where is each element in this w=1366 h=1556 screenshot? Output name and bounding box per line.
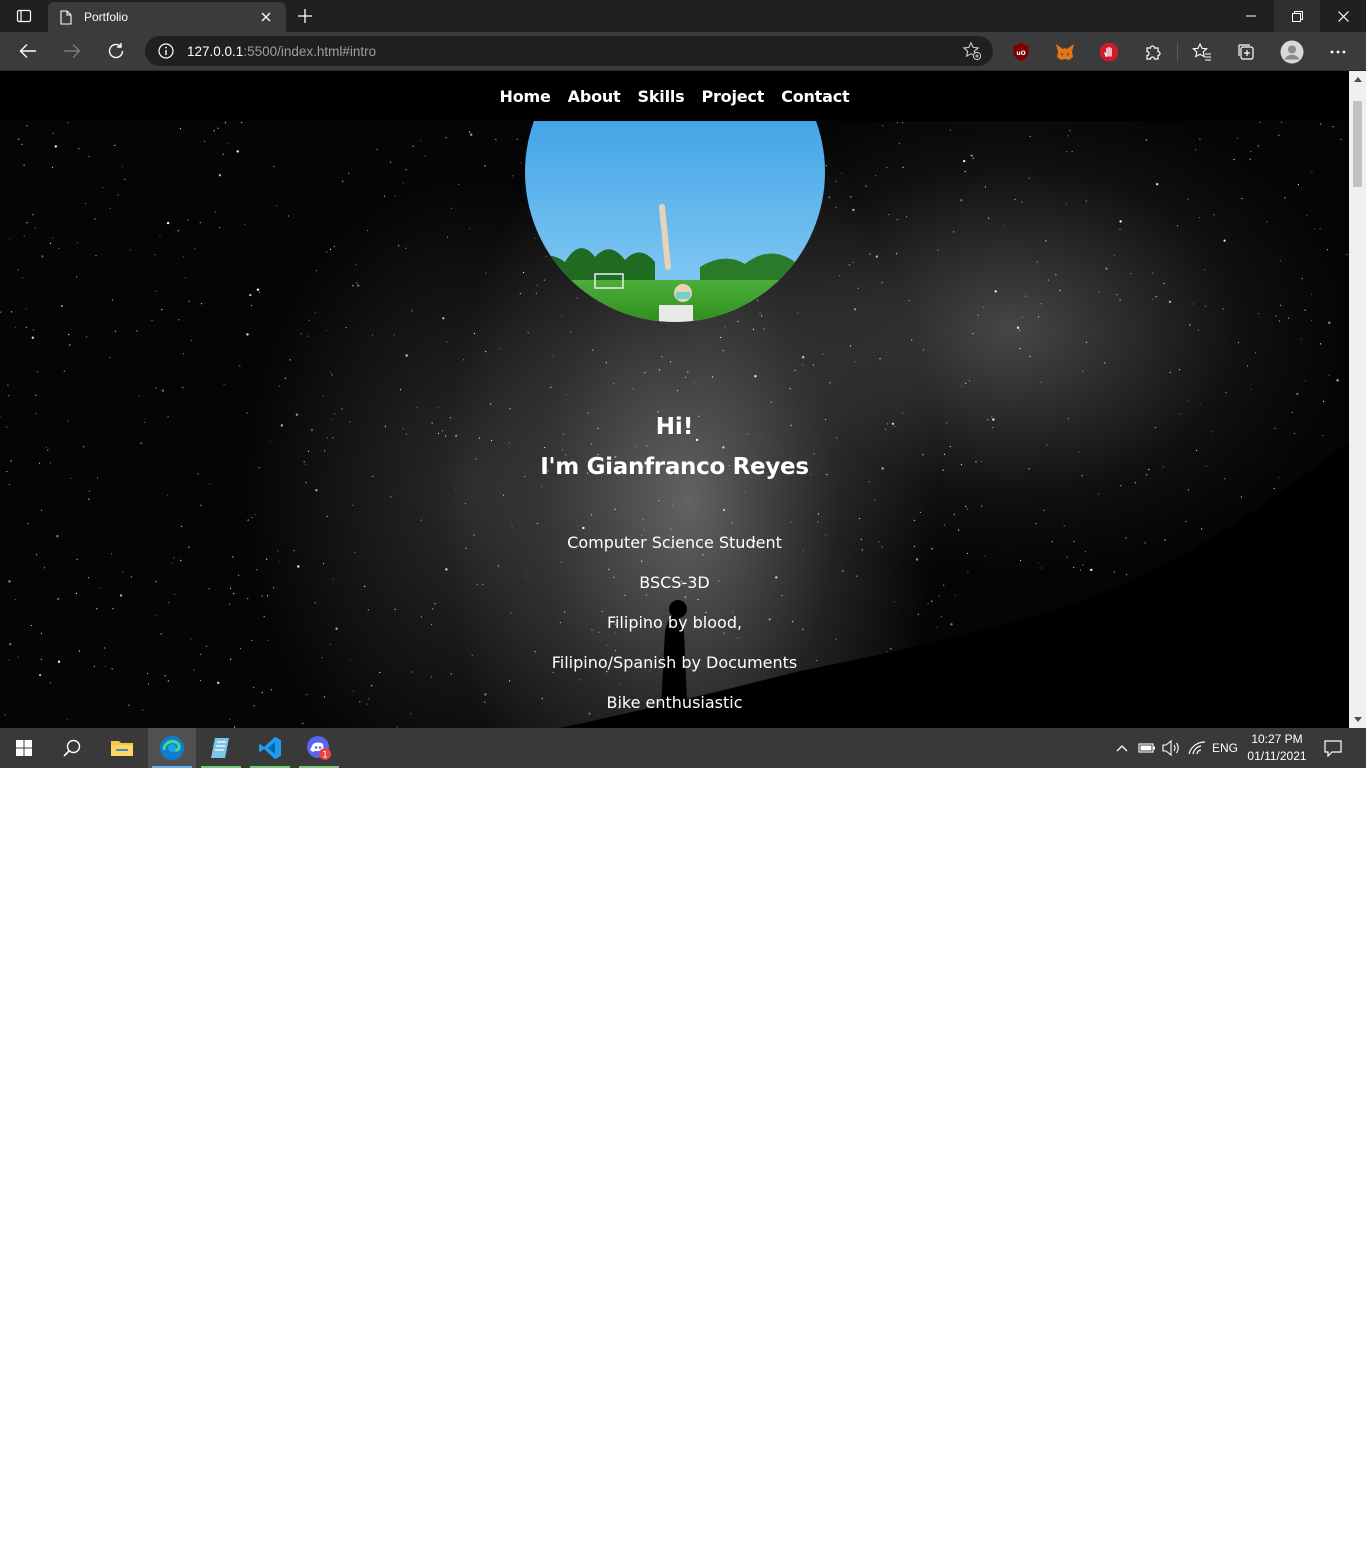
bio-line-3: Filipino by blood, (606, 613, 743, 632)
browser-toolbar: 127.0.0.1:5500/index.html#intro uO (0, 32, 1366, 71)
browser-tab[interactable]: Portfolio (48, 2, 286, 32)
scroll-down-icon[interactable] (1349, 711, 1366, 728)
windows-taskbar: 1 ENG 10:27 PM 01/11/2021 (0, 728, 1366, 768)
nav-skills[interactable]: Skills (638, 87, 685, 106)
favorites-icon[interactable] (1190, 40, 1214, 64)
metamask-icon[interactable] (1053, 40, 1077, 64)
nav-contact[interactable]: Contact (781, 87, 850, 106)
bio-line-2: BSCS-3D (639, 573, 710, 592)
window-close-icon[interactable] (1320, 0, 1366, 32)
wifi-icon[interactable] (1186, 728, 1208, 768)
clock-date: 01/11/2021 (1247, 749, 1307, 763)
info-icon[interactable] (157, 42, 175, 60)
notification-icon[interactable] (1320, 728, 1346, 768)
more-icon[interactable] (1326, 40, 1350, 64)
window-controls (1228, 0, 1366, 32)
ublock-icon[interactable]: uO (1009, 40, 1033, 64)
discord-icon[interactable]: 1 (295, 728, 343, 768)
stop-hand-icon[interactable] (1097, 40, 1121, 64)
battery-icon[interactable] (1136, 728, 1158, 768)
file-explorer-icon[interactable] (98, 728, 146, 768)
greeting-heading: Hi! (655, 414, 694, 440)
address-bar[interactable]: 127.0.0.1:5500/index.html#intro (145, 36, 993, 66)
search-icon[interactable] (48, 728, 96, 768)
system-clock[interactable]: 10:27 PM 01/11/2021 (1244, 731, 1310, 765)
volume-icon[interactable] (1160, 728, 1182, 768)
bio-line-5: Bike enthusiastic (606, 693, 743, 712)
minimize-icon[interactable] (1228, 0, 1274, 32)
scroll-up-icon[interactable] (1349, 71, 1366, 88)
favorite-add-icon[interactable] (961, 40, 983, 62)
browser-titlebar: Portfolio (0, 0, 1366, 32)
bio-line-1: Computer Science Student (567, 533, 782, 552)
profile-icon[interactable] (1278, 38, 1306, 66)
language-indicator[interactable]: ENG (1210, 728, 1240, 768)
url-path: :5500/index.html#intro (243, 43, 377, 59)
windows-start-icon[interactable] (0, 728, 48, 768)
url-host: 127.0.0.1 (187, 43, 244, 59)
toolbar-separator (1177, 43, 1178, 61)
restore-icon[interactable] (1274, 0, 1320, 32)
close-icon[interactable] (256, 7, 276, 27)
edge-icon[interactable] (148, 728, 196, 768)
page-icon (58, 9, 74, 25)
extensions-icon[interactable] (1141, 40, 1165, 64)
site-navbar: Home About Skills Project Contact (0, 71, 1349, 121)
nav-home[interactable]: Home (500, 87, 551, 106)
chevron-up-icon[interactable] (1112, 728, 1132, 768)
url-text[interactable]: 127.0.0.1:5500/index.html#intro (187, 44, 961, 59)
nav-project[interactable]: Project (701, 87, 764, 106)
page-viewport: Home About Skills Project Contact Hi! I'… (0, 71, 1349, 728)
vscode-icon[interactable] (246, 728, 294, 768)
tab-actions-icon[interactable] (8, 4, 40, 28)
discord-badge: 1 (322, 751, 328, 761)
name-heading: I'm Gianfranco Reyes (540, 454, 809, 480)
clock-time: 10:27 PM (1251, 732, 1303, 746)
svg-text:uO: uO (1016, 50, 1025, 57)
refresh-icon[interactable] (101, 37, 131, 65)
tab-title: Portfolio (84, 10, 129, 24)
scrollbar-thumb[interactable] (1353, 101, 1362, 187)
forward-icon[interactable] (57, 37, 87, 65)
bio-line-4: Filipino/Spanish by Documents (551, 653, 798, 672)
nav-about[interactable]: About (568, 87, 621, 106)
collections-icon[interactable] (1234, 40, 1258, 64)
notepad-icon[interactable] (197, 728, 245, 768)
plus-icon[interactable] (292, 4, 318, 28)
back-icon[interactable] (13, 37, 43, 65)
page-scrollbar[interactable] (1349, 71, 1366, 728)
